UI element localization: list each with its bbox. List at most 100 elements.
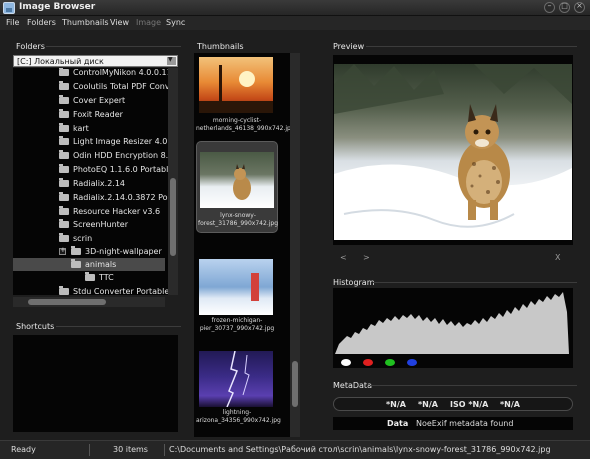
thumbnail-item[interactable]: lightning-arizona_34356_990x742.jpg xyxy=(196,350,281,435)
tree-item[interactable]: TTC xyxy=(13,271,165,284)
folder-icon xyxy=(59,206,69,215)
preview-divider xyxy=(366,46,577,47)
thumbnail-caption: morning-cyclist-netherlands_46138_990x74… xyxy=(196,117,295,132)
app-icon xyxy=(3,2,15,14)
title-bar: Image Browser xyxy=(0,0,590,16)
folder-icon xyxy=(59,136,69,145)
folder-icon xyxy=(59,286,69,295)
folder-icon xyxy=(59,68,69,76)
status-bar: Ready 30 items C:\Documents and Settings… xyxy=(0,440,590,459)
thumbnail-item[interactable]: frozen-michigan-pier_30737_990x742.jpg xyxy=(196,259,278,343)
tree-item[interactable]: Coolutils Total PDF Converter xyxy=(13,80,178,93)
tree-item[interactable]: ScreenHunter xyxy=(13,218,165,231)
exif-value: *N/A xyxy=(418,400,438,409)
thumbnail-scrollbar[interactable] xyxy=(290,53,300,437)
exif-summary-bar: *N/A *N/A ISO *N/A *N/A xyxy=(333,397,573,411)
thumbnail-image xyxy=(199,259,273,315)
blue-channel-toggle[interactable] xyxy=(407,359,417,366)
tree-item[interactable]: Odin HDD Encryption 8.7.1 xyxy=(13,149,178,162)
thumbnail-item[interactable]: morning-cyclist-netherlands_46138_990x74… xyxy=(196,57,295,141)
folder-icon xyxy=(59,192,69,201)
tree-item[interactable]: Foxit Reader xyxy=(13,108,165,121)
histogram-title: Histogram xyxy=(333,278,375,287)
drive-select-value: [C:] Локальный диск xyxy=(17,57,104,66)
preview-close-button[interactable]: X xyxy=(555,253,560,262)
folder-icon xyxy=(59,219,69,228)
expand-icon[interactable] xyxy=(59,246,66,255)
tree-item[interactable]: PhotoEQ 1.1.6.0 Portable xyxy=(13,163,173,176)
close-button[interactable] xyxy=(574,1,585,13)
thumbnail-image xyxy=(200,152,274,208)
status-divider xyxy=(164,444,165,456)
tree-hscrollbar-thumb[interactable] xyxy=(28,299,106,305)
tree-item[interactable]: scrin xyxy=(13,232,165,245)
preview-image xyxy=(334,64,572,240)
folder-icon xyxy=(71,259,81,268)
thumbnail-image xyxy=(199,57,273,113)
folder-icon xyxy=(59,178,69,187)
thumbnail-caption: frozen-michigan-pier_30737_990x742.jpg xyxy=(199,317,275,332)
menu-bar: File Folders Thumbnails View Image Sync xyxy=(0,16,590,30)
file-path: C:\Documents and Settings\Рабочий стол\s… xyxy=(169,445,551,454)
folder-icon xyxy=(59,164,69,173)
thumbnails-title: Thumbnails xyxy=(197,42,244,51)
white-channel-toggle[interactable] xyxy=(341,359,351,366)
thumbnail-item-selected[interactable]: lynx-snowy-forest_31786_990x742.jpg xyxy=(196,141,278,233)
folder-icon xyxy=(59,109,69,118)
preview-panel xyxy=(333,55,573,245)
preview-next-button[interactable]: > xyxy=(363,253,370,262)
tree-item[interactable]: Cover Expert xyxy=(13,94,165,107)
tree-scrollbar[interactable] xyxy=(168,68,178,295)
menu-thumbnails[interactable]: Thumbnails xyxy=(62,18,108,27)
menu-view[interactable]: View xyxy=(110,18,129,27)
minimize-button[interactable] xyxy=(544,1,555,13)
tree-item[interactable]: ControlMyNikon 4.0.0.119 xyxy=(13,68,177,79)
thumbnail-caption: lynx-snowy-forest_31786_990x742.jpg xyxy=(197,212,279,227)
tree-item[interactable]: 3D-night-wallpaper xyxy=(13,245,165,258)
folders-title: Folders xyxy=(16,42,45,51)
tree-scrollbar-thumb[interactable] xyxy=(170,178,176,256)
red-channel-toggle[interactable] xyxy=(363,359,373,366)
status-divider xyxy=(89,444,90,456)
thumbnail-image xyxy=(199,350,273,408)
folder-icon xyxy=(59,123,69,132)
tree-item[interactable]: kart xyxy=(13,122,165,135)
histogram-graph xyxy=(335,292,569,354)
tree-hscrollbar[interactable] xyxy=(13,297,165,307)
tree-item[interactable]: Radialix.2.14 xyxy=(13,177,165,190)
metadata-divider xyxy=(370,385,577,386)
exif-value: *N/A xyxy=(500,400,520,409)
folder-icon xyxy=(85,272,95,281)
tree-item-selected[interactable]: animals xyxy=(13,258,165,271)
menu-file[interactable]: File xyxy=(6,18,19,27)
tree-item[interactable]: Radialix.2.14.0.3872 Portable xyxy=(13,191,178,204)
menu-sync[interactable]: Sync xyxy=(166,18,185,27)
exif-value: *N/A xyxy=(386,400,406,409)
folder-icon xyxy=(59,81,69,90)
window-title: Image Browser xyxy=(19,2,96,12)
thumbnail-caption: lightning-arizona_34356_990x742.jpg xyxy=(196,409,281,424)
maximize-button[interactable] xyxy=(559,2,570,13)
shortcuts-title: Shortcuts xyxy=(16,322,55,331)
folder-tree[interactable]: ControlMyNikon 4.0.0.119 Coolutils Total… xyxy=(13,68,178,295)
metadata-data-row: Data NoeExif metadata found xyxy=(333,417,573,430)
tree-item[interactable]: Stdu Converter Portable R xyxy=(13,285,177,295)
green-channel-toggle[interactable] xyxy=(385,359,395,366)
thumbnail-strip[interactable]: morning-cyclist-netherlands_46138_990x74… xyxy=(194,53,300,437)
preview-title: Preview xyxy=(333,42,365,51)
status-text: Ready xyxy=(11,445,36,454)
folders-divider xyxy=(46,46,181,47)
menu-folders[interactable]: Folders xyxy=(27,18,56,27)
preview-prev-button[interactable]: < xyxy=(340,253,347,262)
drive-select[interactable]: [C:] Локальный диск xyxy=(13,55,178,67)
data-label: Data xyxy=(387,419,409,428)
chevron-down-icon[interactable] xyxy=(167,56,176,65)
tree-item[interactable]: Resource Hacker v3.6 xyxy=(13,205,165,218)
tree-item[interactable]: Light Image Resizer 4.0.9.1 xyxy=(13,135,178,148)
histogram-divider xyxy=(373,282,577,283)
menu-image[interactable]: Image xyxy=(136,18,161,27)
preview-nav: < > X xyxy=(333,253,573,263)
thumbnail-scrollbar-thumb[interactable] xyxy=(292,361,298,407)
folder-icon xyxy=(59,150,69,159)
shortcuts-panel[interactable] xyxy=(13,335,178,432)
